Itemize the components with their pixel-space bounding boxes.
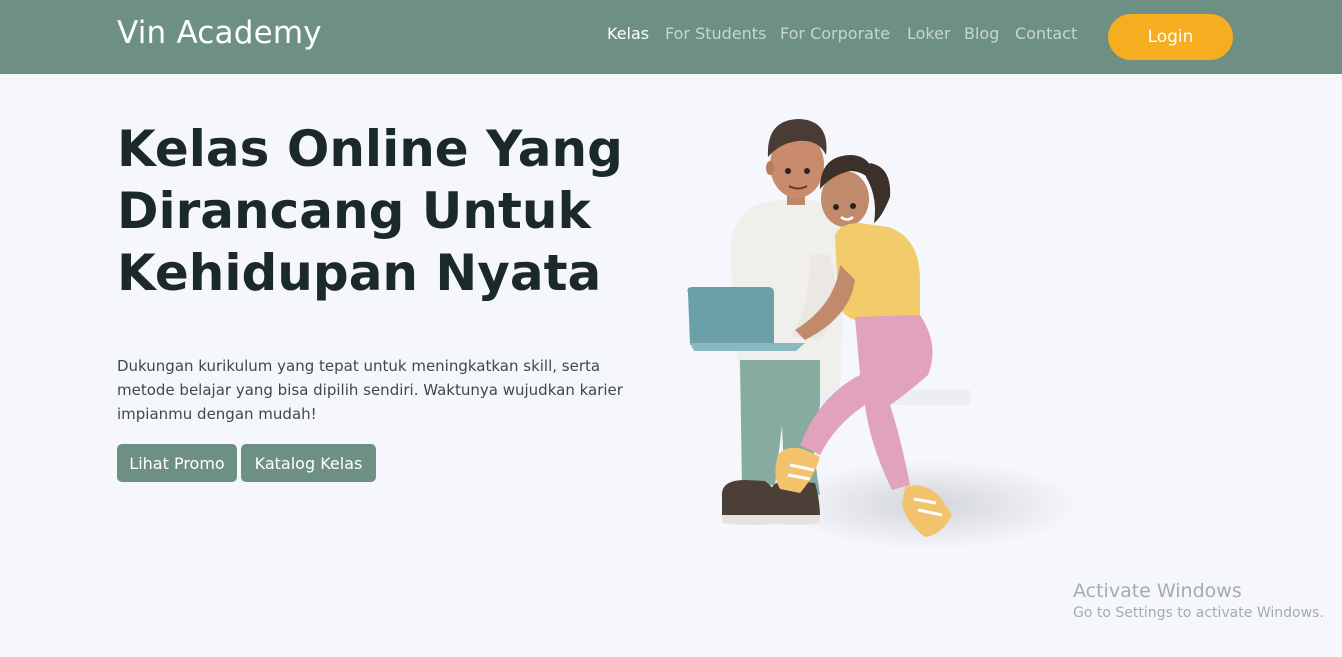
katalog-kelas-button[interactable]: Katalog Kelas <box>241 444 376 482</box>
students-with-laptop-illustration <box>687 119 1080 550</box>
hero-title: Kelas Online Yang Dirancang Untuk Kehidu… <box>117 118 677 304</box>
navbar: Vin Academy Kelas For Students For Corpo… <box>0 0 1342 74</box>
activate-windows-title: Activate Windows <box>1073 580 1242 602</box>
nav-link-loker[interactable]: Loker <box>907 24 951 43</box>
nav-link-blog[interactable]: Blog <box>964 24 999 43</box>
hero-title-line-3: Kehidupan Nyata <box>117 244 602 302</box>
activate-windows-subtitle: Go to Settings to activate Windows. <box>1073 605 1324 621</box>
hero-description-line-3: impianmu dengan mudah! <box>117 405 317 423</box>
lihat-promo-button[interactable]: Lihat Promo <box>117 444 237 482</box>
nav-link-for-students[interactable]: For Students <box>665 24 766 43</box>
brand-logo[interactable]: Vin Academy <box>117 15 322 51</box>
hero-title-line-2: Dirancang Untuk <box>117 182 591 240</box>
hero-description-line-2: metode belajar yang bisa dipilih sendiri… <box>117 381 623 399</box>
hero-title-line-1: Kelas Online Yang <box>117 120 623 178</box>
nav-link-contact[interactable]: Contact <box>1015 24 1077 43</box>
hero-description: Dukungan kurikulum yang tepat untuk meni… <box>117 354 657 426</box>
nav-link-for-corporate[interactable]: For Corporate <box>780 24 890 43</box>
nav-link-kelas[interactable]: Kelas <box>607 24 649 43</box>
login-button[interactable]: Login <box>1108 14 1233 60</box>
hero-description-line-1: Dukungan kurikulum yang tepat untuk meni… <box>117 357 601 375</box>
